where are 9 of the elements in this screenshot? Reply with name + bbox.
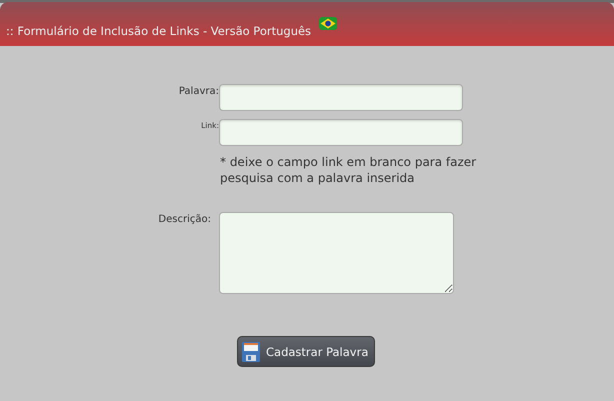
description-field[interactable] — [219, 212, 454, 294]
field-label: Descrição: — [157, 214, 212, 225]
form-title: :: Formulário de Inclusão de Links - Versão Português — [6, 24, 312, 38]
save-button[interactable]: Cadastrar Palavra — [237, 336, 375, 367]
input-field[interactable] — [219, 119, 463, 146]
input-field[interactable] — [219, 84, 463, 111]
flag-icon — [319, 17, 338, 30]
hint-text: * deixe o campo link em branco para fazer pesquisa com a palavra inserida — [219, 154, 478, 186]
field-label: Palavra: — [178, 86, 219, 97]
